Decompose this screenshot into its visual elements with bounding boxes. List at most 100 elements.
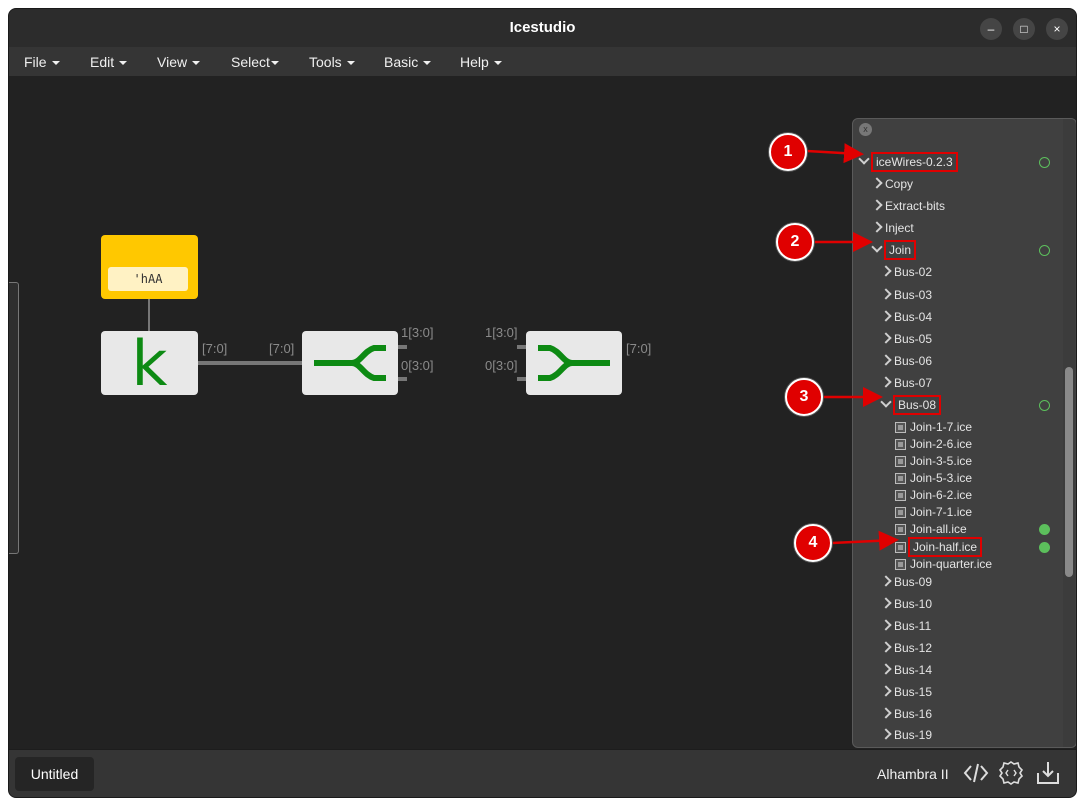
tree-item-label: Join-quarter.ice [910,557,993,571]
chevron-right-icon [882,288,894,302]
tree-folder-item[interactable]: Bus-16 [882,707,932,721]
chevron-down-icon [493,61,502,66]
app-window: Icestudio – □ × File Edit View Select To… [8,8,1077,798]
tree-folder-item[interactable]: iceWires-0.2.3 [860,152,958,172]
chip-icon [895,559,906,570]
tree-item-label: Bus-10 [894,597,933,611]
tree-item-label: Bus-15 [894,685,933,699]
tree-item-label: Join-7-1.ice [910,505,973,519]
menu-view[interactable]: View [157,54,201,70]
minimize-button[interactable]: – [980,18,1002,40]
tree-file-item[interactable]: Join-half.ice [895,537,983,557]
tree-item-label: Join-1-7.ice [910,420,973,434]
tree-folder-item[interactable]: Join [873,240,917,260]
tree-folder-item[interactable]: Extract-bits [873,199,945,213]
split-icon [314,345,386,381]
board-selector[interactable]: Alhambra II [877,766,949,782]
callout-4: 4 [794,524,832,562]
chevron-down-icon [860,155,873,169]
tree-folder-item[interactable]: Bus-12 [882,641,932,655]
tree-folder-item[interactable]: Bus-19 [882,728,932,742]
chevron-right-icon [873,221,885,235]
chevron-down-icon [270,61,279,66]
tree-file-item[interactable]: Join-7-1.ice [895,505,972,519]
callout-1: 1 [769,133,807,171]
panel-close-icon[interactable]: x [859,123,872,136]
download-icon[interactable] [1034,759,1062,787]
status-bar: Untitled Alhambra II [9,749,1076,797]
tree-folder-item[interactable]: Inject [873,221,914,235]
tree-folder-item[interactable]: Bus-02 [882,265,932,279]
tree-folder-item[interactable]: Bus-06 [882,354,932,368]
chip-icon [895,490,906,501]
constant-value[interactable]: 'hAA [108,267,188,291]
menu-basic[interactable]: Basic [384,54,432,70]
maximize-button[interactable]: □ [1013,18,1035,40]
tree-folder-item[interactable]: Bus-14 [882,663,932,677]
code-icon[interactable] [962,759,990,787]
collection-panel: x iceWires-0.2.3 Copy Extract-bits Inject Jo… [852,118,1076,748]
chip-icon [895,439,906,450]
tree-file-item[interactable]: Join-3-5.ice [895,454,972,468]
tree-file-item[interactable]: Join-1-7.ice [895,420,972,434]
chevron-down-icon [882,398,895,412]
chevron-right-icon [882,641,894,655]
chevron-right-icon [882,597,894,611]
tree-file-item[interactable]: Join-2-6.ice [895,437,972,451]
chevron-right-icon [882,619,894,633]
status-dot-filled [1039,542,1050,553]
wire-label: [7:0] [626,341,652,356]
tree-folder-item[interactable]: Bus-11 [882,619,931,633]
chip-icon [895,456,906,467]
tree-item-label: Bus-05 [894,332,933,346]
chip-icon [895,524,906,535]
tree-item-label: Join [883,240,917,260]
chevron-down-icon [51,61,60,66]
window-title: Icestudio [509,19,576,36]
menu-file[interactable]: File [24,54,60,70]
gear-code-icon[interactable] [997,759,1025,787]
menu-edit[interactable]: Edit [90,54,128,70]
close-button[interactable]: × [1046,18,1068,40]
menu-tools[interactable]: Tools [309,54,355,70]
chevron-right-icon [873,199,885,213]
split-block[interactable] [302,331,398,395]
tree-file-item[interactable]: Join-quarter.ice [895,557,992,571]
chevron-right-icon [882,354,894,368]
tree-item-label: Join-half.ice [907,537,983,557]
chip-icon [895,422,906,433]
tree-file-item[interactable]: Join-6-2.ice [895,488,972,502]
scrollbar[interactable] [1063,119,1075,747]
chevron-down-icon [119,61,128,66]
menu-select[interactable]: Select [231,54,279,70]
tree-file-item[interactable]: Join-all.ice [895,522,967,536]
tree-file-item[interactable]: Join-5-3.ice [895,471,972,485]
tree-item-label: Bus-12 [894,641,933,655]
scroll-thumb[interactable] [1065,367,1073,577]
tree-folder-item[interactable]: Bus-03 [882,288,932,302]
tree-item-label: Bus-02 [894,265,933,279]
status-dot-filled [1039,524,1050,535]
tree-folder-item[interactable]: Bus-09 [882,575,932,589]
constant-k-block[interactable]: k [101,327,198,400]
tree-folder-item[interactable]: Bus-15 [882,685,932,699]
tree-folder-item[interactable]: Copy [873,177,913,191]
chevron-down-icon [192,61,201,66]
tree-folder-item[interactable]: Bus-04 [882,310,932,324]
chip-icon [895,473,906,484]
tree-item-label: Join-all.ice [910,522,967,536]
tab-untitled[interactable]: Untitled [15,757,94,791]
constant-block[interactable]: 'hAA [101,235,198,299]
chevron-right-icon [882,663,894,677]
join-block[interactable] [526,331,622,395]
tree-item-label: Join-3-5.ice [910,454,973,468]
chevron-right-icon [882,376,894,390]
tree-folder-item[interactable]: Bus-10 [882,597,932,611]
chevron-right-icon [882,707,894,721]
menu-help[interactable]: Help [460,54,502,70]
tree-folder-item[interactable]: Bus-07 [882,376,932,390]
tree-folder-item[interactable]: Bus-05 [882,332,932,346]
chevron-down-icon [873,243,886,257]
tree-item-label: Bus-03 [894,288,933,302]
tree-folder-item[interactable]: Bus-08 [882,395,942,415]
